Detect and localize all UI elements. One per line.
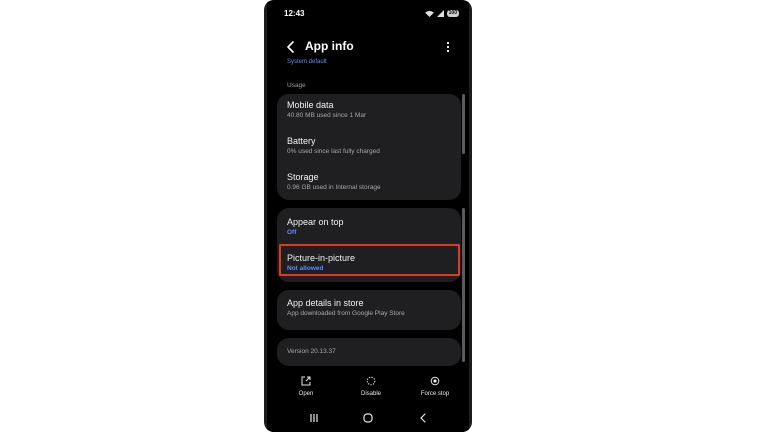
mobile-data-subtitle: 40.80 MB used since 1 Mar (287, 112, 367, 119)
usage-card: Mobile data 40.80 MB used since 1 Mar Ba… (277, 94, 461, 200)
open-icon (301, 376, 311, 386)
disable-button[interactable]: Disable (346, 376, 396, 397)
battery-item[interactable]: Battery 0% used since last fully charged (287, 136, 457, 156)
force-stop-icon (430, 376, 440, 386)
version-card: Version 20.13.37 (277, 338, 461, 366)
store-card: App details in store App downloaded from… (277, 290, 461, 330)
system-default-text: System default (287, 59, 327, 65)
usage-section-header: Usage (287, 82, 306, 89)
app-details-subtitle: App downloaded from Google Play Store (287, 310, 405, 317)
storage-title: Storage (287, 172, 319, 182)
settings-list[interactable]: System default Usage Mobile data 40.80 M… (267, 58, 469, 370)
recent-apps-icon[interactable] (307, 412, 321, 424)
disable-icon (366, 376, 376, 386)
appear-on-top-status: Off (287, 229, 297, 236)
status-time: 12:43 (284, 9, 305, 18)
phone-screen: 12:43 100 App info System default Usage … (267, 0, 469, 432)
back-arrow-icon[interactable] (285, 40, 297, 54)
version-text: Version 20.13.37 (287, 348, 336, 355)
status-bar: 12:43 100 (267, 9, 469, 23)
phone-frame: 12:43 100 App info System default Usage … (264, 0, 472, 432)
app-details-in-store-item[interactable]: App details in store App downloaded from… (287, 298, 457, 318)
battery-title: Battery (287, 136, 316, 146)
navigation-bar (267, 410, 469, 428)
battery-icon: 100 (446, 10, 459, 17)
scrollbar-top[interactable] (462, 94, 465, 154)
home-icon[interactable] (361, 412, 375, 424)
page-title: App info (305, 39, 354, 53)
battery-subtitle: 0% used since last fully charged (287, 148, 380, 155)
app-details-title: App details in store (287, 298, 364, 308)
wifi-icon (424, 10, 434, 17)
open-label: Open (298, 391, 314, 397)
open-button[interactable]: Open (281, 376, 331, 397)
disable-label: Disable (360, 391, 381, 397)
back-nav-icon[interactable] (416, 412, 430, 424)
appear-on-top-title: Appear on top (287, 217, 344, 227)
mobile-data-item[interactable]: Mobile data 40.80 MB used since 1 Mar (287, 100, 457, 120)
bottom-action-bar: Open Disable Force stop (267, 376, 469, 404)
mobile-data-title: Mobile data (287, 100, 334, 110)
more-options-icon[interactable] (445, 40, 451, 54)
appear-on-top-item[interactable]: Appear on top Off (287, 217, 457, 237)
status-icons: 100 (424, 10, 459, 17)
version-item: Version 20.13.37 (287, 347, 457, 356)
signal-icon (436, 10, 444, 17)
scrollbar-bottom[interactable] (462, 208, 465, 362)
force-stop-button[interactable]: Force stop (410, 376, 460, 397)
app-bar: App info (267, 36, 469, 58)
force-stop-label: Force stop (420, 391, 450, 397)
storage-item[interactable]: Storage 0.96 GB used in Internal storage (287, 172, 457, 192)
storage-subtitle: 0.96 GB used in Internal storage (287, 184, 381, 191)
picture-in-picture-highlight (279, 244, 460, 276)
